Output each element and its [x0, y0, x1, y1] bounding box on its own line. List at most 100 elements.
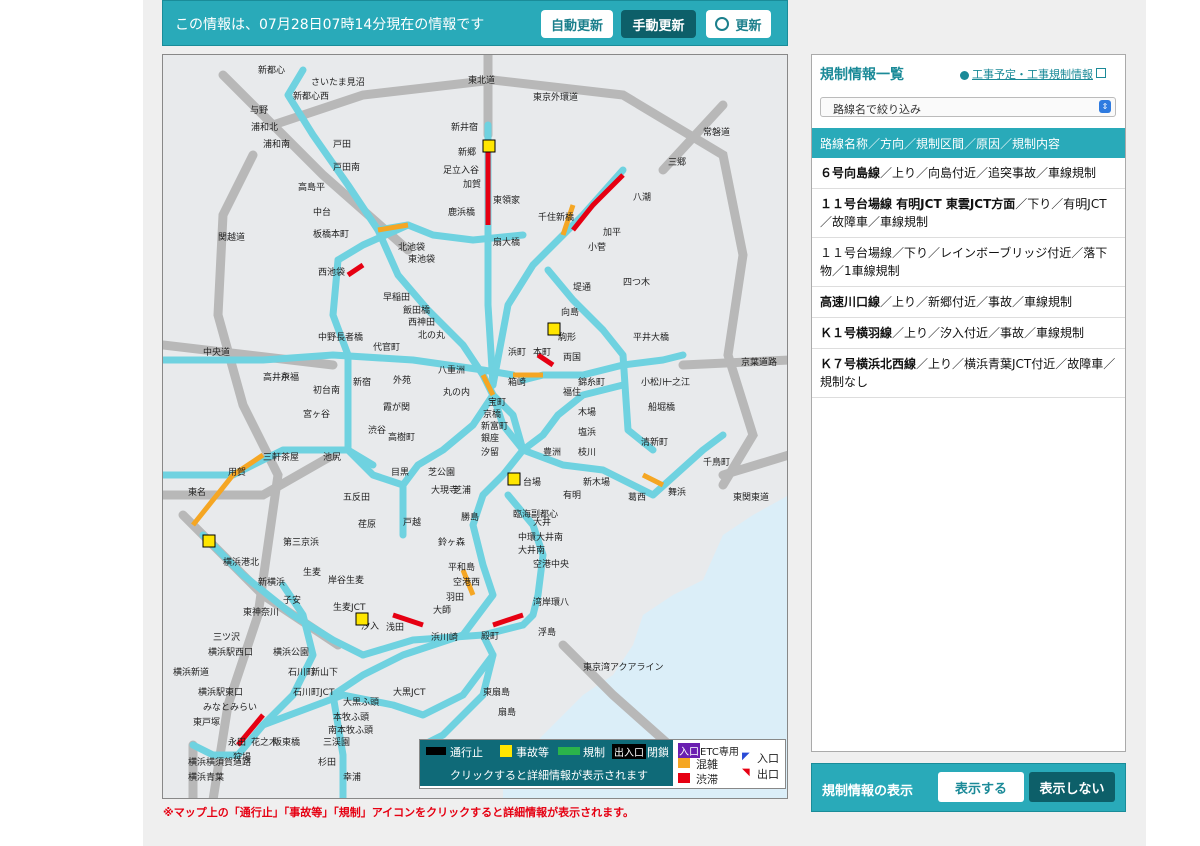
map-label: 豊洲 [543, 446, 561, 458]
map-label: 千住新橋 [538, 211, 574, 223]
accident-icon[interactable] [202, 534, 216, 548]
map-label: 台場 [523, 476, 541, 488]
map-label: 横浜駅西口 [208, 646, 253, 658]
map-label: 常磐道 [703, 126, 730, 138]
map-label: 平和島 [448, 561, 475, 573]
map-label: 東戸塚 [193, 716, 220, 728]
legend-jam: 渋滞 [696, 773, 718, 786]
route-filter-select[interactable]: 路線名で絞り込み ⇕ [820, 97, 1116, 117]
map-label: 永田 [228, 736, 246, 748]
manual-refresh-button[interactable]: 手動更新 [621, 10, 696, 38]
map-label: 東北道 [468, 74, 495, 86]
map-label: 小菅 [588, 241, 606, 253]
map-label: 中環大井南 [518, 531, 563, 543]
map-label: 横浜新道 [173, 666, 209, 678]
map-label: 中野長者橋 [318, 331, 363, 343]
map-label: 勝島 [461, 511, 479, 523]
construction-link[interactable]: 工事予定・工事規制情報 [960, 66, 1106, 82]
map-label: 扇大橋 [493, 236, 520, 248]
map-label: 生麦JCT [333, 601, 366, 613]
map-label: 本町 [533, 346, 551, 358]
legend-closed: 通行止 [450, 746, 483, 759]
list-item[interactable]: 高速川口線／上り／新郷付近／事故／車線規制 [812, 287, 1125, 318]
map-label: 永福 [281, 371, 299, 383]
map-label: 空港西 [453, 576, 480, 588]
map-label: 岸谷生麦 [328, 574, 364, 586]
map-label: 外苑 [393, 374, 411, 386]
show-button[interactable]: 表示する [938, 772, 1024, 802]
item-route: ６号向島線 [820, 166, 881, 180]
legend-exit-closed: 閉鎖 [647, 746, 669, 759]
construction-link-label: 工事予定・工事規制情報 [972, 68, 1093, 81]
regulation-swatch [558, 747, 580, 755]
map-label: 南本牧ふ頭 [328, 724, 373, 736]
legend-exit-closed-tag: 出入口 [612, 744, 646, 759]
legend-primary: 通行止 事故等 規制 出入口 閉鎖 クリックすると詳細情報が表示されます [420, 740, 673, 786]
regulation-list: ６号向島線／上り／向島付近／追突事故／車線規制 １１号台場線 有明JCT 東雲J… [812, 158, 1125, 398]
map-label: 渋谷 [368, 424, 386, 436]
map-label: 東池袋 [408, 253, 435, 265]
map-label: 阪東橋 [273, 736, 300, 748]
hide-button[interactable]: 表示しない [1029, 772, 1115, 802]
map-label: 生麦 [303, 566, 321, 578]
accident-icon[interactable] [547, 322, 561, 336]
list-item[interactable]: １１号台場線／下り／レインボーブリッジ付近／落下物／1車線規制 [812, 238, 1125, 287]
legend-entrance: 入口 [757, 752, 779, 765]
map-label: 狩場 [233, 751, 251, 763]
map-label: 西神田 [408, 316, 435, 328]
list-item[interactable]: Ｋ１号横羽線／上り／汐入付近／事故／車線規制 [812, 318, 1125, 349]
accident-icon[interactable] [507, 472, 521, 486]
item-route: Ｋ７号横浜北西線 [820, 357, 917, 371]
map-note: ※マップ上の「通行止」「事故等」「規制」アイコンをクリックすると詳細情報が表示さ… [163, 806, 635, 819]
map-label: 鹿浜橋 [448, 206, 475, 218]
map-label: 足立入谷 [443, 164, 479, 176]
item-route: 高速川口線 [820, 295, 881, 309]
map-label: 東扇島 [483, 686, 510, 698]
arrow-circle-icon [960, 70, 969, 80]
accident-icon[interactable] [355, 612, 369, 626]
map-label: 向島 [561, 306, 579, 318]
map-label: 大師 [433, 604, 451, 616]
accident-markers[interactable] [202, 139, 561, 626]
map-label: 加平 [603, 227, 621, 238]
map-label: 錦糸町 [578, 376, 605, 388]
map-label: 殿町 [481, 631, 499, 642]
map-label: 大井南 [518, 544, 545, 556]
map-label: 初台南 [313, 384, 340, 396]
map-label: 京橋 [483, 408, 501, 420]
item-route: １１号台場線 有明JCT 東雲JCT方面 [820, 197, 1016, 211]
map-label: 目黒 [391, 467, 409, 478]
map-label: 芝公園 [428, 466, 455, 478]
map-label: 扇島 [498, 706, 516, 718]
list-item[interactable]: ６号向島線／上り／向島付近／追突事故／車線規制 [812, 158, 1125, 189]
map-label: 京葉道路 [741, 356, 777, 368]
map-label: 箱崎 [508, 376, 526, 388]
map-label: 池尻 [323, 451, 341, 463]
jam-swatch [678, 773, 690, 783]
map-label: 新郷 [458, 146, 476, 158]
map-label: 三渓園 [323, 736, 350, 748]
closed-swatch [426, 747, 446, 755]
map-label: 北の丸 [418, 329, 445, 341]
legend-accident: 事故等 [516, 746, 549, 759]
map-label: 東領家 [493, 194, 520, 206]
accident-icon[interactable] [482, 139, 496, 153]
map-label: 横浜港北 [223, 556, 259, 568]
map-label: 代官町 [373, 341, 400, 353]
map-label: 宝町 [488, 396, 506, 408]
map-label: 大黒ふ頭 [343, 696, 379, 708]
list-item[interactable]: １１号台場線 有明JCT 東雲JCT方面／下り／有明JCT／故障車／車線規制 [812, 189, 1125, 238]
traffic-map[interactable]: 新都心 さいたま見沼 新都心西 与野 浦和北 浦和南 戸田 戸田南 高島平 中台… [162, 54, 788, 799]
map-svg[interactable]: 新都心 さいたま見沼 新都心西 与野 浦和北 浦和南 戸田 戸田南 高島平 中台… [163, 55, 788, 799]
map-label: 与野 [250, 105, 268, 116]
auto-refresh-button[interactable]: 自動更新 [541, 10, 613, 38]
refresh-button[interactable]: 更新 [706, 10, 771, 38]
map-label: 鈴ヶ森 [438, 536, 465, 548]
map-label: 八潮 [633, 191, 651, 203]
map-label: 五反田 [343, 492, 370, 503]
legend-congestion: 混雑 [696, 758, 718, 771]
map-label: 横浜青葉 [188, 771, 224, 783]
list-item[interactable]: Ｋ７号横浜北西線／上り／横浜青葉JCT付近／故障車／規制なし [812, 349, 1125, 398]
map-label: 新富町 [481, 420, 508, 432]
map-label: 湾岸環八 [533, 596, 569, 608]
